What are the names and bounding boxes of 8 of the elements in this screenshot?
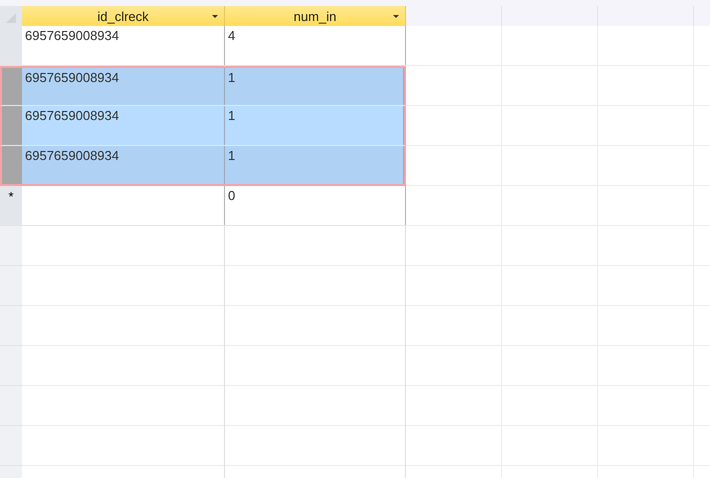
row-selector[interactable] xyxy=(0,26,22,65)
select-all-corner[interactable] xyxy=(0,6,22,26)
column-header[interactable]: num_in xyxy=(225,6,406,26)
table-cell[interactable]: 6957659008934 xyxy=(22,26,225,65)
dropdown-arrow-icon[interactable] xyxy=(212,15,218,19)
dropdown-arrow-icon[interactable] xyxy=(393,15,399,19)
column-header[interactable]: id_clreck xyxy=(22,6,225,26)
new-row-marker[interactable]: * xyxy=(0,186,22,225)
